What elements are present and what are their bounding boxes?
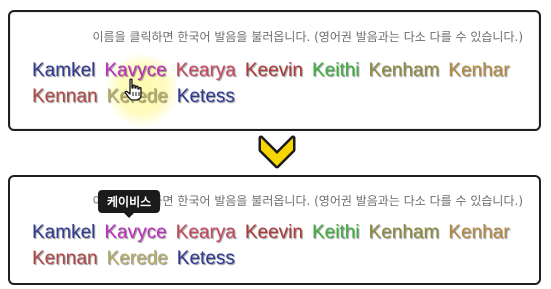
name-keevin[interactable]: Keevin xyxy=(245,58,303,84)
name-kenham[interactable]: Kenham xyxy=(369,58,440,84)
name-ketess[interactable]: Ketess xyxy=(177,84,235,110)
name-kavyce[interactable]: Kavyce xyxy=(104,220,166,246)
name-kearya[interactable]: Kearya xyxy=(176,220,236,246)
name-kearya[interactable]: Kearya xyxy=(176,58,236,84)
before-panel: 이름을 클릭하면 한국어 발음을 불러옵니다. (영어권 발음과는 다소 다를 … xyxy=(8,10,541,131)
name-list: Kamkel Kavyce Kearya Keevin Keithi Kenham Kenh… xyxy=(32,220,532,272)
name-kennan[interactable]: Kennan xyxy=(32,246,98,272)
after-panel: 이름을 클릭하면 한국어 발음을 불러옵니다. (영어권 발음과는 다소 다를 … xyxy=(8,175,541,285)
name-kamkel[interactable]: Kamkel xyxy=(32,58,95,84)
name-kerede[interactable]: Kerede xyxy=(107,246,168,272)
pronunciation-hint: 이름을 클릭하면 한국어 발음을 불러옵니다. (영어권 발음과는 다소 다를 … xyxy=(92,30,524,44)
name-kenham[interactable]: Kenham xyxy=(369,220,440,246)
name-ketess[interactable]: Ketess xyxy=(177,246,235,272)
chevron-down-icon xyxy=(258,135,296,169)
name-keithi[interactable]: Keithi xyxy=(312,220,360,246)
pronunciation-tooltip: 케이비스 xyxy=(98,190,161,218)
name-kamkel[interactable]: Kamkel xyxy=(32,220,95,246)
name-keevin[interactable]: Keevin xyxy=(245,220,303,246)
name-keithi[interactable]: Keithi xyxy=(312,58,360,84)
name-kennan[interactable]: Kennan xyxy=(32,84,98,110)
hand-pointer-icon xyxy=(124,78,142,101)
name-kenhar[interactable]: Kenhar xyxy=(448,220,509,246)
name-list: Kamkel Kavyce Kearya Keevin Keithi Kenham Kenh… xyxy=(32,58,532,110)
name-kenhar[interactable]: Kenhar xyxy=(448,58,509,84)
